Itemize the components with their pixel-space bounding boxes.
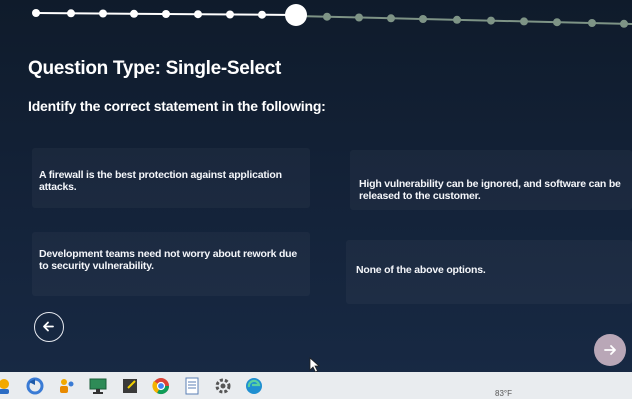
answer-option-label: None of the above options. (356, 264, 486, 276)
arrow-right-icon (604, 345, 616, 355)
settings-sync-icon[interactable] (25, 376, 45, 396)
next-button[interactable] (594, 334, 626, 366)
progress-step-done (67, 9, 75, 18)
progress-step-done (194, 10, 202, 19)
weather-temperature: 83°F (495, 389, 512, 398)
chrome-icon[interactable] (151, 376, 171, 396)
answer-option-label: High vulnerability can be ignored, and s… (359, 178, 621, 202)
mouse-cursor-icon (309, 357, 321, 373)
taskbar: 83°F (0, 372, 632, 399)
answer-option-3[interactable]: Development teams need not worry about r… (32, 232, 310, 296)
answer-option-label: A firewall is the best protection agains… (39, 169, 282, 193)
account-icon[interactable] (0, 376, 14, 396)
back-button[interactable] (34, 312, 64, 342)
arrow-left-icon (43, 321, 54, 332)
answer-option-label: Development teams need not worry about r… (39, 248, 298, 272)
gear-icon[interactable] (213, 376, 233, 396)
progress-step-pending (620, 19, 628, 28)
question-text: Identify the correct statement in the fo… (28, 98, 326, 114)
progress-track (32, 4, 632, 28)
answer-option-4[interactable]: None of the above options. (346, 240, 632, 304)
answer-option-2[interactable]: High vulnerability can be ignored, and s… (350, 150, 632, 210)
question-type-title: Question Type: Single-Select (28, 58, 282, 79)
progress-step-pending (520, 17, 528, 26)
progress-step-done (99, 9, 107, 18)
progress-step-done (226, 10, 234, 19)
notes-icon[interactable] (120, 376, 140, 396)
monitor-icon[interactable] (88, 376, 108, 396)
progress-step-pending (355, 13, 363, 22)
document-icon[interactable] (182, 376, 202, 396)
edge-icon[interactable] (244, 376, 264, 396)
progress-step-pending (419, 15, 427, 23)
answer-option-1[interactable]: A firewall is the best protection agains… (32, 148, 310, 208)
progress-step-done (130, 9, 138, 18)
people-icon[interactable] (57, 376, 77, 396)
progress-step-done (32, 9, 40, 17)
progress-step-done (258, 10, 266, 19)
progress-step-done (162, 10, 170, 18)
progress-step-pending (453, 15, 461, 24)
progress-step-pending (323, 12, 331, 21)
progress-step-current (285, 4, 307, 26)
progress-step-pending (487, 16, 495, 25)
progress-step-pending (553, 18, 561, 27)
progress-step-pending (387, 14, 395, 23)
progress-step-pending (588, 19, 596, 27)
